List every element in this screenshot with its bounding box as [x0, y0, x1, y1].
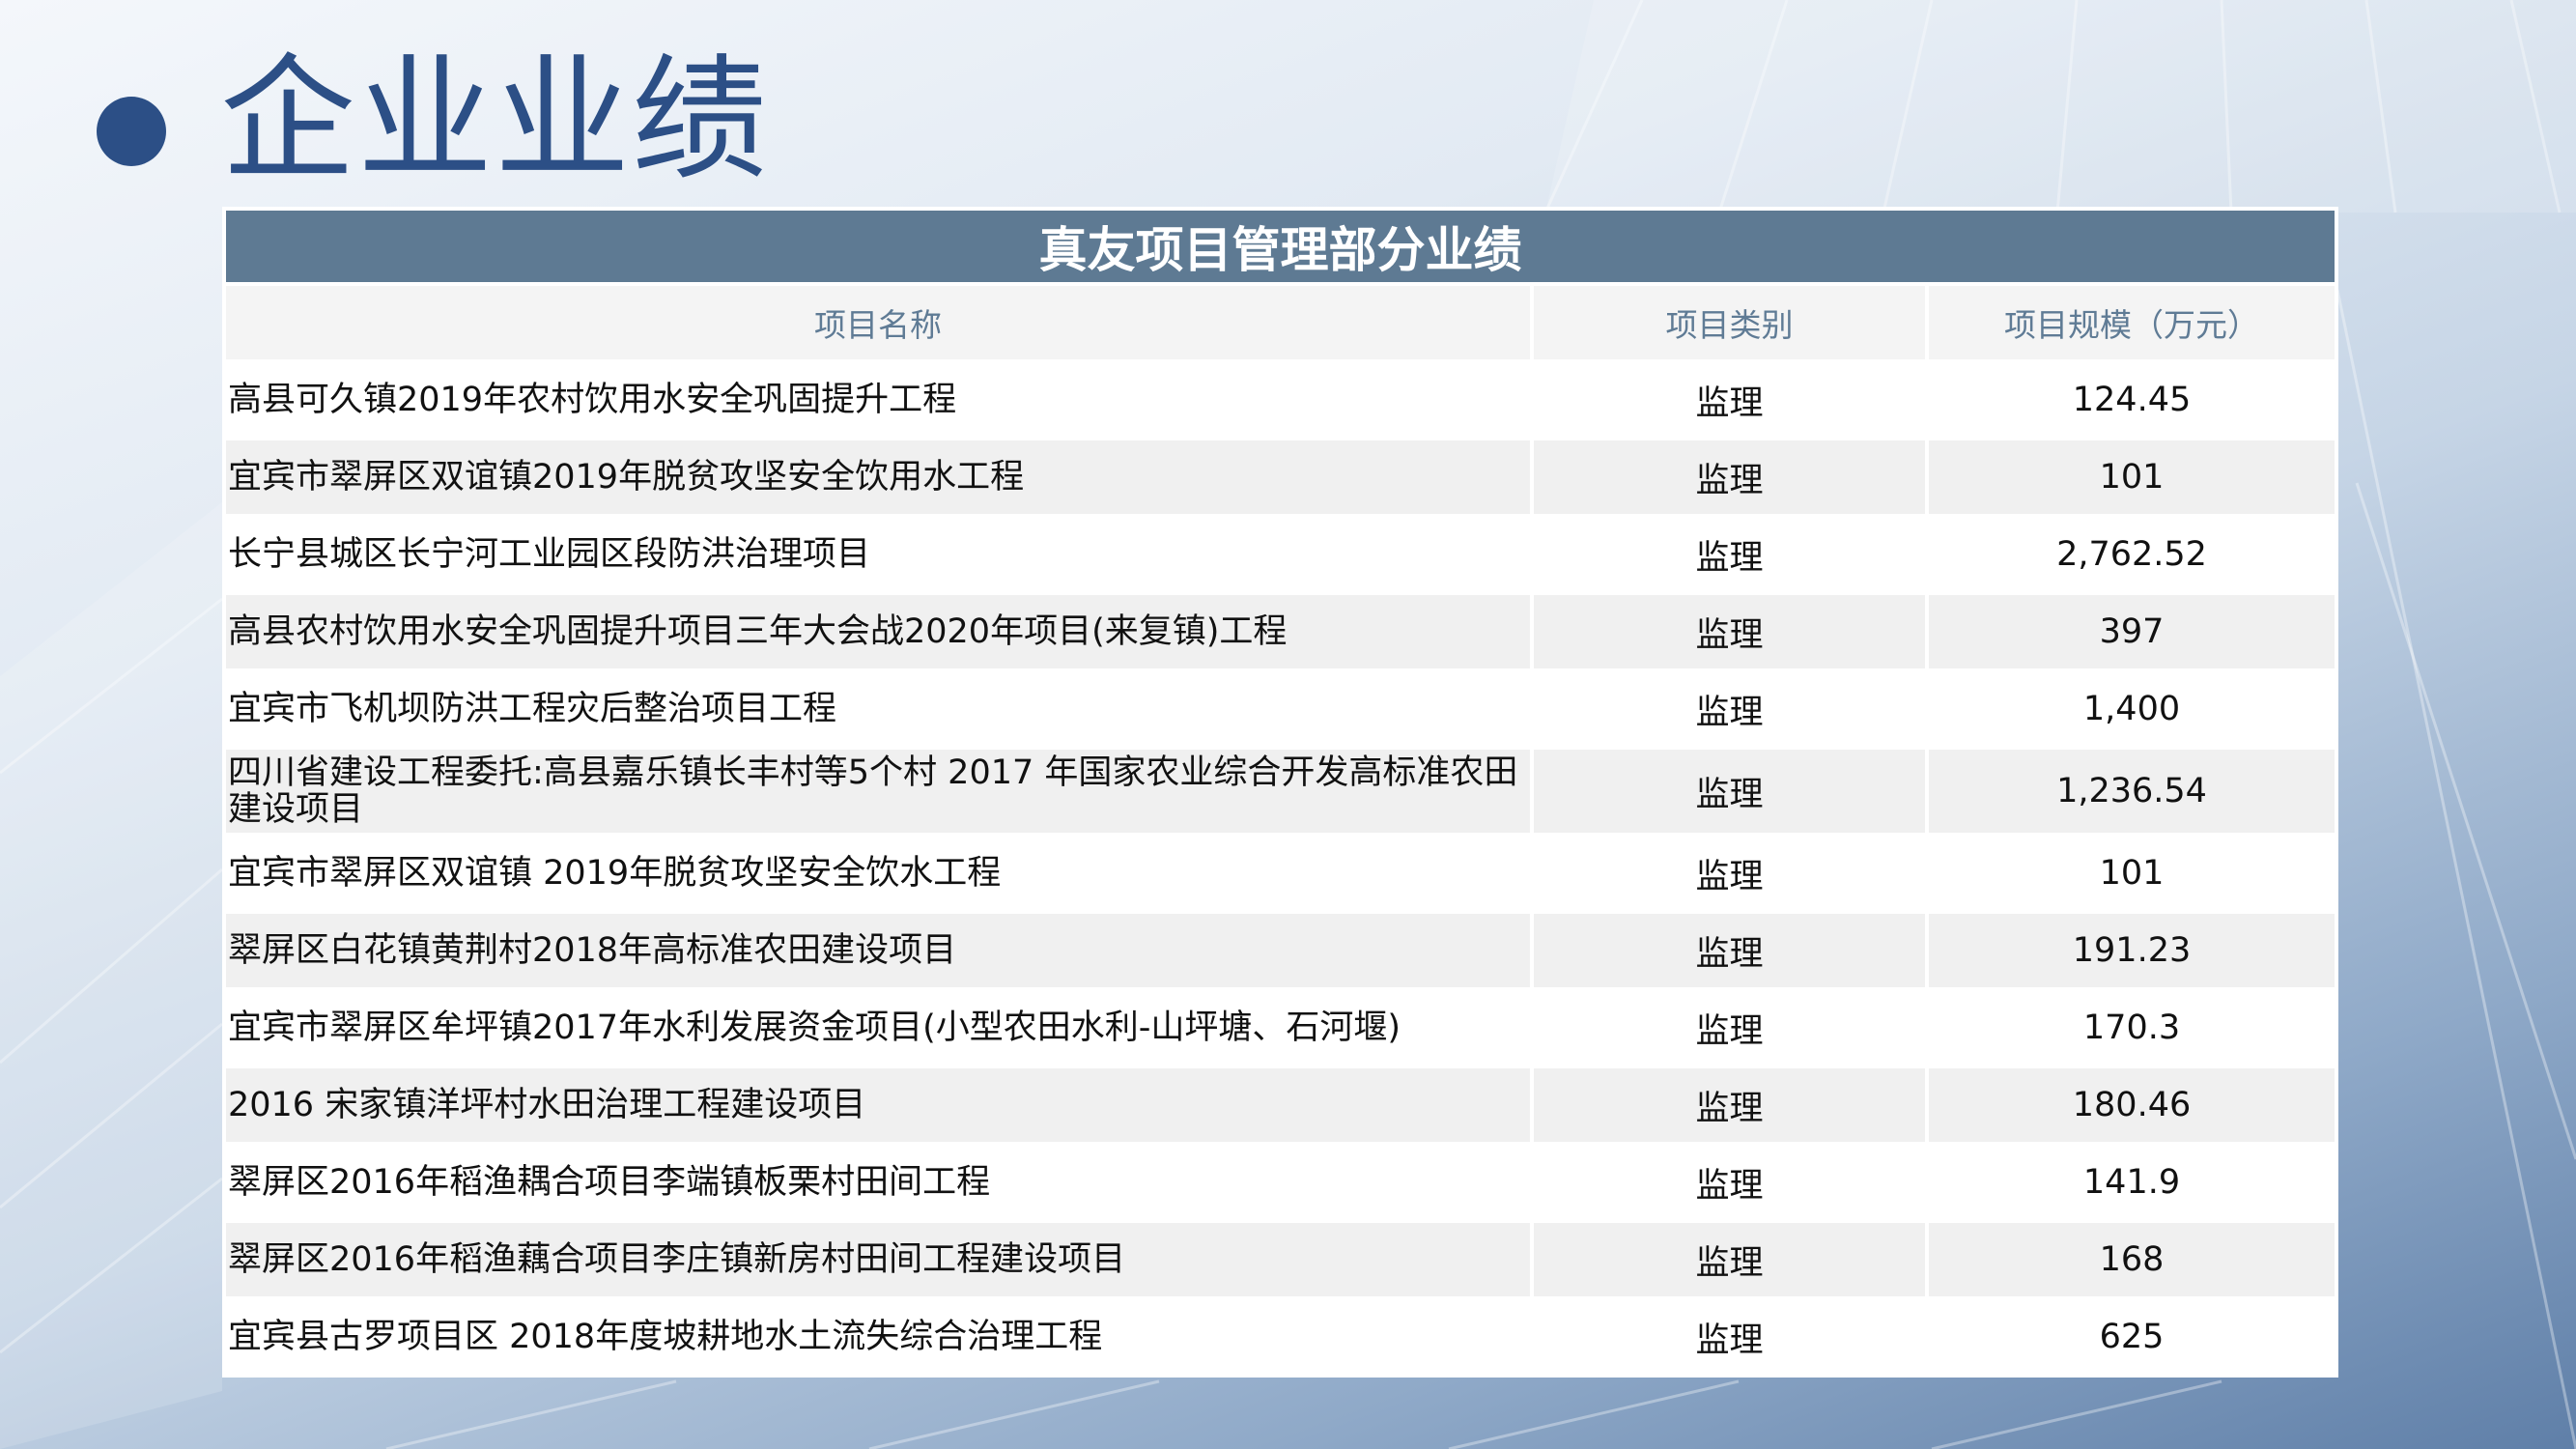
project-name-cell: 高县农村饮用水安全巩固提升项目三年大会战2020年项目(来复镇)工程: [226, 595, 1530, 668]
project-scale-cell: 397: [1929, 595, 2335, 668]
table-row: 翠屏区2016年稻渔耦合项目李端镇板栗村田间工程 监理 141.9: [226, 1146, 2335, 1219]
project-scale-cell: 101: [1929, 440, 2335, 514]
table-row: 宜宾市飞机坝防洪工程灾后整治项目工程 监理 1,400: [226, 672, 2335, 746]
project-category-cell: 监理: [1534, 518, 1925, 591]
project-name-cell: 宜宾市翠屏区牟坪镇2017年水利发展资金项目(小型农田水利-山坪塘、石河堰): [226, 991, 1530, 1065]
project-scale-cell: 141.9: [1929, 1146, 2335, 1219]
project-scale-cell: 625: [1929, 1300, 2335, 1374]
project-name-cell: 宜宾县古罗项目区 2018年度坡耕地水土流失综合治理工程: [226, 1300, 1530, 1374]
project-scale-cell: 2,762.52: [1929, 518, 2335, 591]
project-category-cell: 监理: [1534, 914, 1925, 987]
project-scale-cell: 124.45: [1929, 363, 2335, 437]
project-category-cell: 监理: [1534, 991, 1925, 1065]
project-name-cell: 2016 宋家镇洋坪村水田治理工程建设项目: [226, 1068, 1530, 1142]
page-title: 企业业绩: [220, 42, 770, 199]
table-row: 宜宾市翠屏区双谊镇 2019年脱贫攻坚安全饮水工程 监理 101: [226, 837, 2335, 910]
project-name-cell: 宜宾市翠屏区双谊镇2019年脱贫攻坚安全饮用水工程: [226, 440, 1530, 514]
project-category-cell: 监理: [1534, 837, 1925, 910]
performance-table-container: 真友项目管理部分业绩 项目名称 项目类别 项目规模（万元） 高县可久镇2019年…: [222, 207, 2339, 1378]
project-scale-cell: 1,236.54: [1929, 750, 2335, 833]
table-row: 高县可久镇2019年农村饮用水安全巩固提升工程 监理 124.45: [226, 363, 2335, 437]
table-row: 宜宾市翠屏区牟坪镇2017年水利发展资金项目(小型农田水利-山坪塘、石河堰) 监…: [226, 991, 2335, 1065]
project-name-cell: 翠屏区2016年稻渔耦合项目李端镇板栗村田间工程: [226, 1146, 1530, 1219]
project-category-cell: 监理: [1534, 750, 1925, 833]
project-scale-cell: 180.46: [1929, 1068, 2335, 1142]
table-row: 长宁县城区长宁河工业园区段防洪治理项目 监理 2,762.52: [226, 518, 2335, 591]
column-header-scale: 项目规模（万元）: [1929, 286, 2335, 359]
project-category-cell: 监理: [1534, 1146, 1925, 1219]
project-name-cell: 四川省建设工程委托:高县嘉乐镇长丰村等5个村 2017 年国家农业综合开发高标准…: [226, 750, 1530, 833]
project-name-cell: 长宁县城区长宁河工业园区段防洪治理项目: [226, 518, 1530, 591]
table-row: 翠屏区白花镇黄荆村2018年高标准农田建设项目 监理 191.23: [226, 914, 2335, 987]
table-row: 高县农村饮用水安全巩固提升项目三年大会战2020年项目(来复镇)工程 监理 39…: [226, 595, 2335, 668]
project-scale-cell: 1,400: [1929, 672, 2335, 746]
project-name-cell: 高县可久镇2019年农村饮用水安全巩固提升工程: [226, 363, 1530, 437]
project-category-cell: 监理: [1534, 1300, 1925, 1374]
table-row: 四川省建设工程委托:高县嘉乐镇长丰村等5个村 2017 年国家农业综合开发高标准…: [226, 750, 2335, 833]
table-row: 翠屏区2016年稻渔藕合项目李庄镇新房村田间工程建设项目 监理 168: [226, 1223, 2335, 1296]
project-scale-cell: 101: [1929, 837, 2335, 910]
project-scale-cell: 168: [1929, 1223, 2335, 1296]
table-row: 2016 宋家镇洋坪村水田治理工程建设项目 监理 180.46: [226, 1068, 2335, 1142]
project-category-cell: 监理: [1534, 1068, 1925, 1142]
project-name-cell: 宜宾市飞机坝防洪工程灾后整治项目工程: [226, 672, 1530, 746]
project-scale-cell: 170.3: [1929, 991, 2335, 1065]
table-row: 宜宾县古罗项目区 2018年度坡耕地水土流失综合治理工程 监理 625: [226, 1300, 2335, 1374]
table-caption: 真友项目管理部分业绩: [226, 211, 2335, 282]
column-header-name: 项目名称: [226, 286, 1530, 359]
column-header-category: 项目类别: [1534, 286, 1925, 359]
project-category-cell: 监理: [1534, 363, 1925, 437]
project-name-cell: 翠屏区2016年稻渔藕合项目李庄镇新房村田间工程建设项目: [226, 1223, 1530, 1296]
table-row: 宜宾市翠屏区双谊镇2019年脱贫攻坚安全饮用水工程 监理 101: [226, 440, 2335, 514]
title-bullet: [97, 97, 166, 166]
performance-table: 真友项目管理部分业绩 项目名称 项目类别 项目规模（万元） 高县可久镇2019年…: [222, 207, 2339, 1378]
project-scale-cell: 191.23: [1929, 914, 2335, 987]
project-category-cell: 监理: [1534, 595, 1925, 668]
project-category-cell: 监理: [1534, 672, 1925, 746]
project-name-cell: 宜宾市翠屏区双谊镇 2019年脱贫攻坚安全饮水工程: [226, 837, 1530, 910]
project-category-cell: 监理: [1534, 1223, 1925, 1296]
project-category-cell: 监理: [1534, 440, 1925, 514]
project-name-cell: 翠屏区白花镇黄荆村2018年高标准农田建设项目: [226, 914, 1530, 987]
